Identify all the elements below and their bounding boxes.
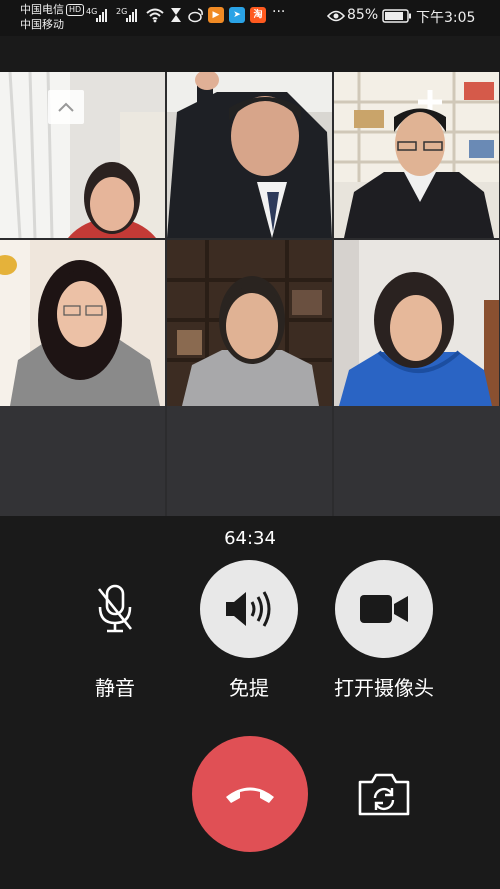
participant-video-4[interactable] [0,240,165,406]
participant-video-5[interactable] [167,240,332,406]
hangup-button[interactable] [192,736,308,852]
speaker-button[interactable]: 免提 [194,560,304,701]
call-duration: 64:34 [224,528,276,549]
empty-tile [167,406,332,516]
camera-label: 打开摄像头 [334,676,434,700]
telegram-icon: ➤ [229,7,245,23]
participant-video-2[interactable] [167,72,332,238]
collapse-button[interactable] [48,90,84,124]
battery-icon [382,9,411,23]
participant-video-6[interactable] [334,240,499,406]
signal-icon [126,8,137,22]
phone-hangup-icon [226,787,274,803]
video-app-icon: ▶ [208,7,224,23]
participant-video-3[interactable] [334,72,499,238]
status-bar: 中国电信 HD 中国移动 4G 2G ▶ ➤ 淘 ··· 85% 下午3:05 [0,0,500,36]
speaker-icon [226,591,271,627]
eye-icon [327,10,345,22]
chevron-up-icon [58,102,74,112]
more-icon: ··· [272,4,286,20]
empty-tile [0,406,165,516]
microphone-off-icon [97,584,133,633]
camera-switch-icon [358,773,410,816]
hourglass-icon [171,8,181,22]
speaker-label: 免提 [229,676,269,700]
video-camera-icon [360,595,408,623]
weibo-icon [188,8,203,23]
carrier1-name: 中国电信 [20,3,64,16]
carrier-info: 中国电信 HD 中国移动 [20,2,85,32]
camera-button[interactable]: 打开摄像头 [329,560,439,701]
signal-icon [96,8,107,22]
empty-tile [334,406,500,516]
clock: 下午3:05 [416,10,476,26]
wifi-icon [146,8,164,23]
battery-percent: 85% [347,7,379,23]
hd-badge: HD [66,4,85,16]
switch-camera-button[interactable] [356,770,412,818]
taobao-icon: 淘 [250,7,266,23]
mute-button[interactable]: 静音 [60,560,170,701]
carrier2-name: 中国移动 [20,18,64,31]
mute-label: 静音 [95,676,135,700]
